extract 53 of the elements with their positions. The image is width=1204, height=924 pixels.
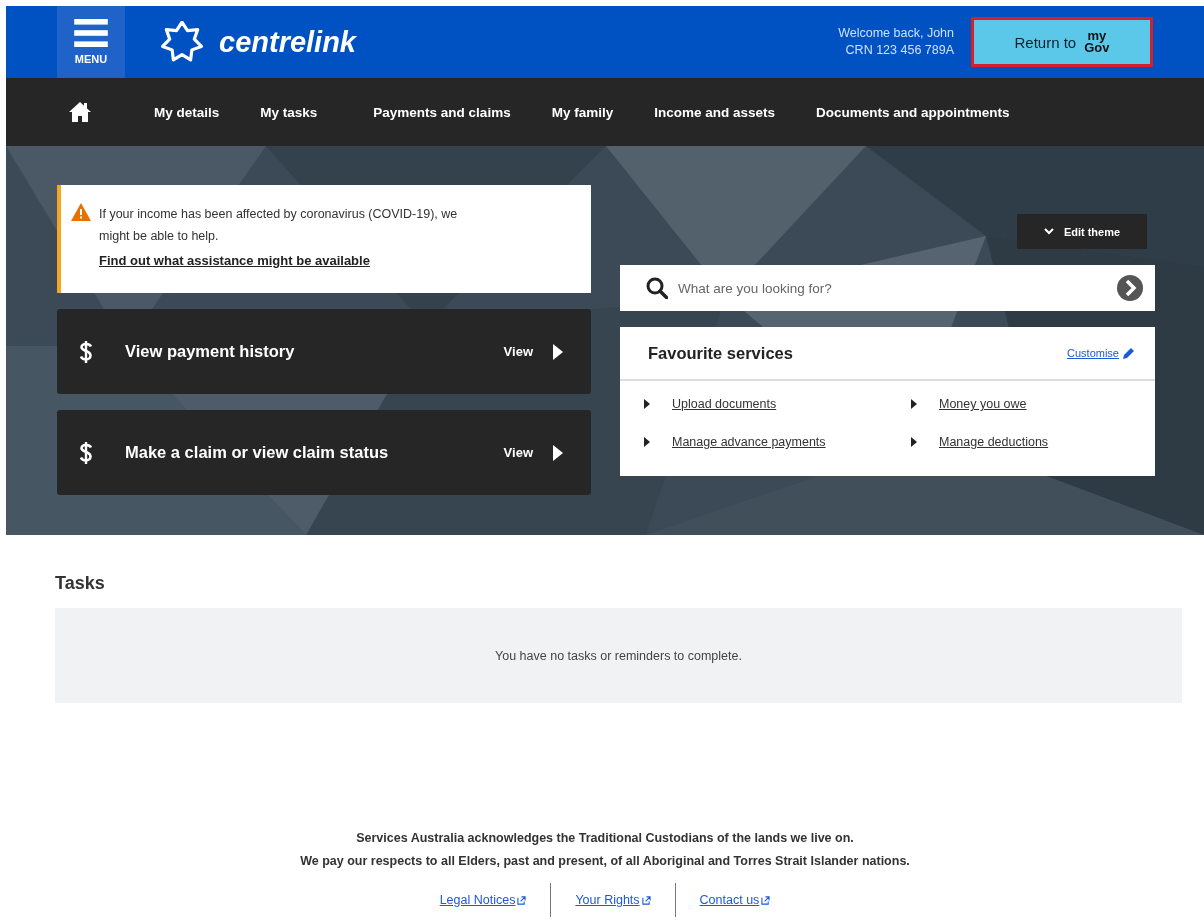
welcome-text: Welcome back, John xyxy=(838,25,954,42)
service-link[interactable]: Manage deductions xyxy=(939,435,1049,449)
acknowledgement-text: Services Australia acknowledges the Traditional Custodians of the lands we live on. xyxy=(356,830,854,847)
section-heading: Tasks xyxy=(55,573,106,594)
brand-name: centrelink xyxy=(219,25,356,59)
customise-link[interactable]: Customise xyxy=(1067,347,1119,359)
star-logo-icon xyxy=(161,21,203,63)
action-card[interactable]: View payment history View xyxy=(57,309,591,394)
dollar-icon xyxy=(79,339,93,364)
external-link-icon xyxy=(761,895,771,905)
nav-link[interactable]: My family xyxy=(551,104,614,120)
nav-link[interactable]: My tasks xyxy=(260,104,318,120)
panel-title: Favourite services xyxy=(648,343,794,363)
home-button[interactable] xyxy=(68,101,92,123)
crn-text: CRN 123 456 789A xyxy=(845,42,954,59)
acknowledgement-text: We pay our respects to all Elders, past and present, of all Aboriginal and Torres Strait Islander nations. xyxy=(300,853,910,870)
external-link-icon xyxy=(517,895,527,905)
assistance-link[interactable]: Find out what assistance might be available xyxy=(99,253,370,268)
menu-button[interactable]: MENU xyxy=(57,6,125,78)
caret-right-icon xyxy=(644,399,650,409)
footer-link[interactable]: Legal Notices xyxy=(415,893,551,907)
search-field[interactable]: What are you looking for? xyxy=(676,279,1117,297)
nav-link[interactable]: My details xyxy=(154,104,220,120)
footer-link[interactable]: Contact us xyxy=(675,893,795,907)
warning-icon xyxy=(71,203,91,221)
arrow-right-icon xyxy=(553,444,563,461)
service-link[interactable]: Manage advance payments xyxy=(672,435,826,449)
chevron-down-icon xyxy=(1043,228,1054,235)
dollar-icon xyxy=(79,440,93,465)
card-title: Make a claim or view claim status xyxy=(125,443,390,462)
search-icon xyxy=(646,277,668,299)
footer-link[interactable]: Your Rights xyxy=(551,893,675,907)
caret-right-icon xyxy=(911,399,917,409)
search-bar[interactable]: What are you looking for? xyxy=(620,265,1155,311)
external-link-icon xyxy=(641,895,651,905)
edit-theme-button[interactable]: Edit theme xyxy=(1017,214,1147,249)
nav-link[interactable]: Income and assets xyxy=(654,104,775,120)
service-link[interactable]: Money you owe xyxy=(939,397,1027,411)
alert-message: If your income has been affected by coronavirus (COVID-19), we might be able to help. xyxy=(99,206,459,245)
caret-right-icon xyxy=(644,437,650,447)
menu-icon xyxy=(74,19,108,47)
service-link[interactable]: Upload documents xyxy=(672,397,777,411)
nav-link[interactable]: Payments and claims xyxy=(373,104,511,120)
home-icon xyxy=(68,101,92,123)
nav-link[interactable]: Documents and appointments xyxy=(816,104,1010,120)
action-card[interactable]: Make a claim or view claim status View xyxy=(57,410,591,495)
arrow-right-icon xyxy=(553,343,563,360)
caret-right-icon xyxy=(911,437,917,447)
card-title: View payment history xyxy=(125,342,296,361)
view-label: View xyxy=(503,445,533,460)
empty-message: You have no tasks or reminders to complete. xyxy=(495,648,742,663)
view-label: View xyxy=(503,344,533,359)
pencil-icon xyxy=(1123,347,1135,359)
